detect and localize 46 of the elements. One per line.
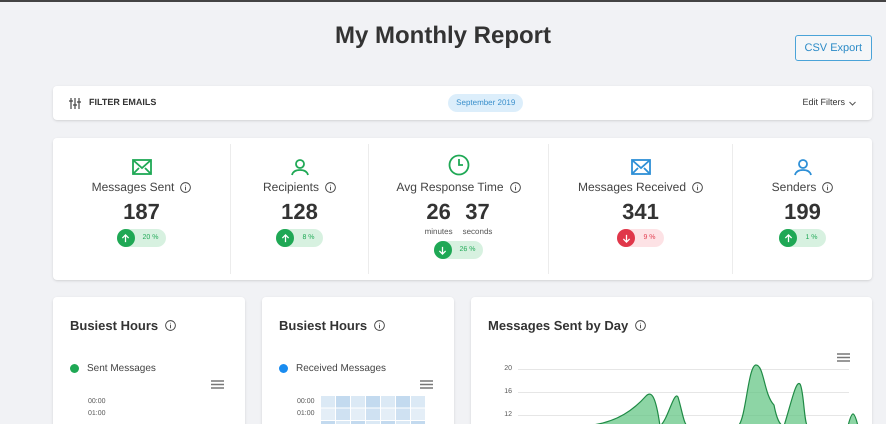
panel-title: Messages Sent by Day bbox=[488, 317, 628, 335]
info-icon[interactable] bbox=[165, 320, 176, 332]
arrow-up-icon bbox=[121, 234, 130, 242]
clock-icon bbox=[448, 154, 470, 176]
stat-value: 26 bbox=[426, 198, 451, 226]
person-icon bbox=[792, 158, 812, 176]
stat-label: Senders bbox=[772, 179, 816, 196]
info-icon[interactable] bbox=[692, 182, 704, 192]
menu-icon[interactable] bbox=[211, 380, 224, 388]
info-icon[interactable] bbox=[374, 320, 386, 332]
stat-value: 187 bbox=[123, 198, 160, 226]
arrow-down-icon bbox=[622, 234, 631, 242]
chevron-down-icon bbox=[849, 100, 856, 106]
stat-label: Messages Sent bbox=[92, 179, 174, 196]
info-icon[interactable] bbox=[510, 182, 521, 192]
arrow-down-icon bbox=[438, 246, 448, 254]
stat-value: 341 bbox=[622, 198, 659, 226]
person-icon bbox=[290, 158, 310, 176]
legend-label: Received Messages bbox=[296, 362, 386, 376]
stat-label: Messages Received bbox=[578, 179, 686, 196]
panel-title: Busiest Hours bbox=[70, 317, 158, 335]
info-icon[interactable] bbox=[325, 182, 336, 192]
menu-icon[interactable] bbox=[420, 380, 433, 388]
sliders-icon[interactable] bbox=[69, 98, 81, 108]
stat-label: Recipients bbox=[262, 179, 320, 196]
arrow-up-icon bbox=[784, 234, 793, 242]
unit-label: minutes bbox=[424, 226, 453, 238]
filter-label: FILTER EMAILS bbox=[89, 96, 158, 110]
period-badge: September 2019 bbox=[448, 94, 524, 112]
csv-export-button[interactable]: CSV Export bbox=[794, 35, 872, 61]
info-icon[interactable] bbox=[180, 182, 192, 192]
info-icon[interactable] bbox=[635, 320, 646, 332]
legend-label: Sent Messages bbox=[87, 362, 156, 376]
stat-value: 199 bbox=[784, 198, 821, 226]
envelope-icon bbox=[132, 158, 152, 176]
unit-label: seconds bbox=[462, 226, 492, 238]
page-title: My Monthly Report bbox=[335, 21, 551, 51]
info-icon[interactable] bbox=[822, 182, 834, 192]
menu-icon[interactable] bbox=[837, 352, 850, 362]
envelope-icon bbox=[630, 158, 650, 176]
arrow-up-icon bbox=[280, 234, 290, 242]
panel-title: Busiest Hours bbox=[279, 317, 368, 335]
stat-value: 128 bbox=[281, 198, 318, 226]
edit-filters-button[interactable]: Edit Filters bbox=[802, 96, 856, 110]
stat-value: 37 bbox=[465, 198, 490, 226]
stat-label: Avg Response Time bbox=[396, 179, 504, 196]
